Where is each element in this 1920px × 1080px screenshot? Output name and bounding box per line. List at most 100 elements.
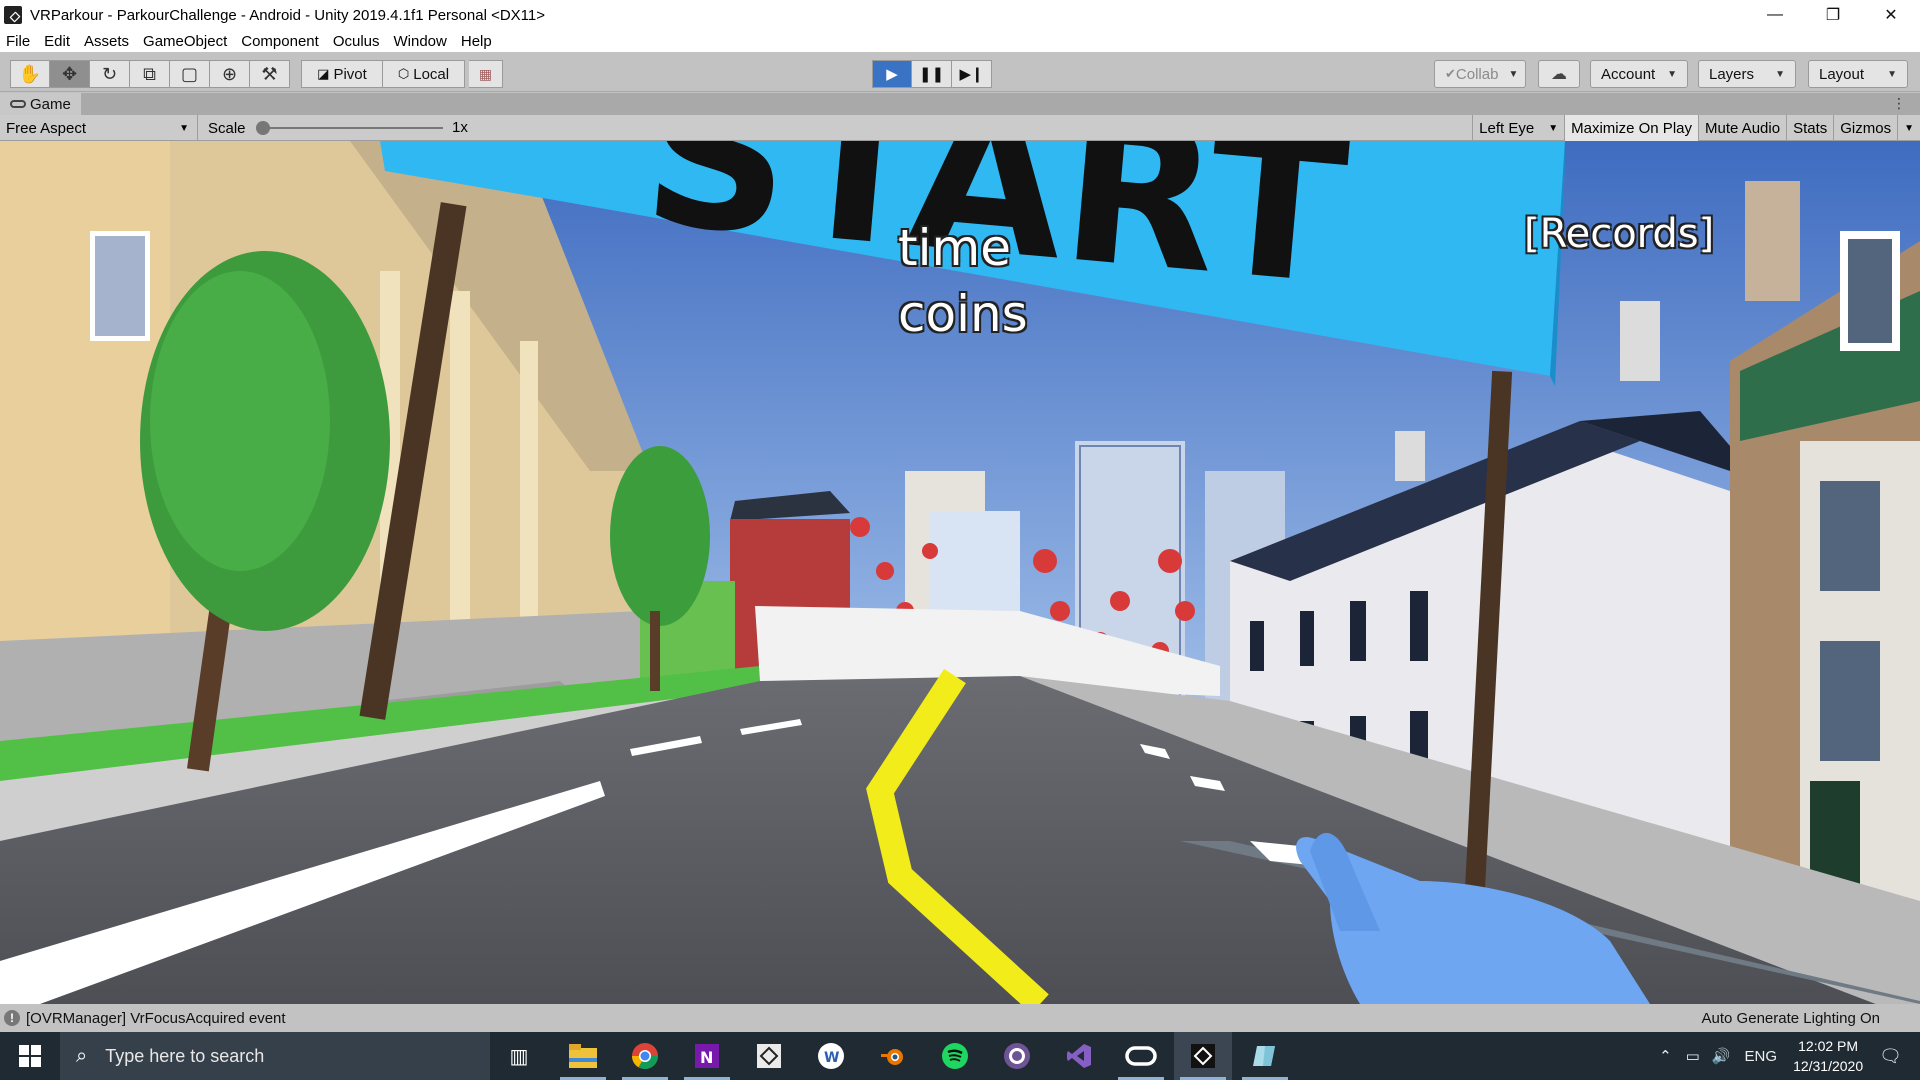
- pivot-button[interactable]: ◪ Pivot: [301, 60, 383, 88]
- gamepad-icon: [10, 100, 26, 108]
- wordpad-icon: W: [818, 1043, 844, 1069]
- menu-oculus[interactable]: Oculus: [333, 33, 380, 50]
- chevron-down-icon: ▼: [179, 122, 189, 134]
- taskbar-spotify[interactable]: [926, 1032, 984, 1080]
- more-options-icon[interactable]: ⋮: [1892, 95, 1906, 112]
- taskbar-onenote[interactable]: N: [678, 1032, 736, 1080]
- oculus-icon: [1125, 1046, 1157, 1066]
- gizmos-toggle[interactable]: Gizmos: [1833, 115, 1897, 141]
- collab-dropdown[interactable]: ✔ Collab ▼: [1434, 60, 1526, 88]
- menu-edit[interactable]: Edit: [44, 33, 70, 50]
- search-icon: ⌕: [76, 1044, 88, 1067]
- window-title: VRParkour - ParkourChallenge - Android -…: [30, 6, 546, 24]
- visual-studio-icon: [1067, 1044, 1091, 1068]
- lighting-status[interactable]: Auto Generate Lighting On: [1702, 1010, 1880, 1027]
- pause-icon: ❚❚: [918, 66, 945, 83]
- taskbar-blender[interactable]: [864, 1032, 922, 1080]
- rect-tool-button[interactable]: ▢: [170, 60, 210, 88]
- menu-component[interactable]: Component: [241, 33, 319, 50]
- clock[interactable]: 12:02 PM 12/31/2020: [1793, 1036, 1863, 1076]
- play-controls: ▶ ❚❚ ▶❙: [872, 60, 992, 88]
- maximize-button[interactable]: ❐: [1804, 0, 1862, 30]
- local-button[interactable]: ⬡ Local: [383, 60, 465, 88]
- eye-dropdown[interactable]: Left Eye ▼: [1472, 115, 1564, 141]
- menu-help[interactable]: Help: [461, 33, 492, 50]
- battery-icon[interactable]: ▭: [1686, 1047, 1700, 1065]
- taskbar-chrome[interactable]: [616, 1032, 674, 1080]
- taskbar-visual-studio[interactable]: [1050, 1032, 1108, 1080]
- pivot-group: ◪ Pivot ⬡ Local ▦: [301, 60, 503, 88]
- taskbar-search[interactable]: ⌕ Type here to search: [60, 1032, 490, 1080]
- pause-button[interactable]: ❚❚: [912, 60, 952, 88]
- layers-dropdown[interactable]: Layers ▼: [1698, 60, 1796, 88]
- move-tool-button[interactable]: ✥: [50, 60, 90, 88]
- minimize-button[interactable]: —: [1746, 0, 1804, 30]
- scale-label: Scale: [208, 119, 246, 137]
- hud-time-label: time: [898, 219, 1011, 277]
- scale-tool-button[interactable]: ⧉: [130, 60, 170, 88]
- windows-logo-icon: [19, 1045, 41, 1067]
- rect-transform-icon: ▢: [180, 63, 198, 84]
- svg-text:W: W: [824, 1050, 839, 1066]
- task-view-button[interactable]: ▥: [490, 1032, 548, 1080]
- taskbar-unity[interactable]: [1174, 1032, 1232, 1080]
- notifications-icon[interactable]: 🗨: [1879, 1046, 1902, 1067]
- play-button[interactable]: ▶: [872, 60, 912, 88]
- account-dropdown[interactable]: Account ▼: [1590, 60, 1688, 88]
- mute-audio-toggle[interactable]: Mute Audio: [1698, 115, 1786, 141]
- taskbar-unity-tool[interactable]: [1236, 1032, 1294, 1080]
- taskbar-oculus[interactable]: [1112, 1032, 1170, 1080]
- menu-window[interactable]: Window: [394, 33, 447, 50]
- hand-tool-button[interactable]: ✋: [10, 60, 50, 88]
- show-hidden-icons-icon[interactable]: ⌃: [1659, 1047, 1672, 1065]
- tab-game[interactable]: Game: [0, 93, 81, 115]
- account-group: Account ▼: [1590, 60, 1688, 88]
- transform-tool-button[interactable]: ⊕: [210, 60, 250, 88]
- custom-tool-button[interactable]: ⚒: [250, 60, 290, 88]
- grid-snap-button[interactable]: ▦: [469, 60, 503, 88]
- menu-assets[interactable]: Assets: [84, 33, 129, 50]
- cloud-group: ☁: [1538, 60, 1580, 88]
- layout-dropdown[interactable]: Layout ▼: [1808, 60, 1908, 88]
- scale-icon: ⧉: [143, 63, 156, 84]
- maximize-icon: ❐: [1825, 7, 1841, 24]
- file-explorer-icon: [569, 1044, 597, 1068]
- taskbar-file-explorer[interactable]: [554, 1032, 612, 1080]
- stats-toggle[interactable]: Stats: [1786, 115, 1833, 141]
- menu-bar: File Edit Assets GameObject Component Oc…: [0, 30, 1920, 52]
- cloud-icon: ☁: [1551, 66, 1567, 83]
- menu-gameobject[interactable]: GameObject: [143, 33, 227, 50]
- title-bar: VRParkour - ParkourChallenge - Android -…: [0, 0, 1920, 30]
- main-toolbar: ✋ ✥ ↻ ⧉ ▢ ⊕ ⚒ ◪ Pivot ⬡ Local ▦ ▶ ❚❚ ▶❙ …: [0, 52, 1920, 92]
- language-indicator[interactable]: ENG: [1745, 1048, 1778, 1065]
- volume-icon[interactable]: 🔊: [1712, 1047, 1731, 1065]
- rotate-icon: ↻: [101, 63, 118, 84]
- rotate-tool-button[interactable]: ↻: [90, 60, 130, 88]
- start-button[interactable]: [0, 1032, 60, 1080]
- chevron-down-icon: ▼: [1904, 122, 1914, 134]
- close-button[interactable]: ✕: [1862, 0, 1920, 30]
- close-icon: ✕: [1884, 7, 1898, 24]
- menu-file[interactable]: File: [6, 33, 30, 50]
- console-message[interactable]: [OVRManager] VrFocusAcquired event: [26, 1010, 286, 1027]
- account-label: Account: [1601, 65, 1656, 83]
- taskbar-unity-hub[interactable]: [740, 1032, 798, 1080]
- maximize-on-play-toggle[interactable]: Maximize On Play: [1564, 115, 1698, 141]
- minimize-icon: —: [1767, 6, 1783, 23]
- gizmos-dropdown[interactable]: ▼: [1897, 115, 1920, 141]
- scale-value: 1x: [452, 119, 468, 136]
- aspect-dropdown[interactable]: Free Aspect ▼: [0, 115, 198, 141]
- chevron-down-icon: ▼: [1667, 68, 1677, 80]
- game-view[interactable]: START time coins [Records]: [0, 141, 1920, 1004]
- step-button[interactable]: ▶❙: [952, 60, 992, 88]
- cloud-button[interactable]: ☁: [1538, 60, 1580, 88]
- taskbar-github[interactable]: [988, 1032, 1046, 1080]
- taskbar-wordpad[interactable]: W: [802, 1032, 860, 1080]
- local-label: Local: [413, 65, 450, 83]
- game-tab-bar: Game ⋮: [0, 93, 1920, 115]
- scale-slider-track[interactable]: [263, 127, 443, 129]
- scale-slider-thumb[interactable]: [256, 121, 270, 135]
- system-tray: ⌃ ▭ 🔊 ENG 12:02 PM 12/31/2020 🗨: [1659, 1032, 1920, 1080]
- game-control-strip: Free Aspect ▼ Scale 1x Left Eye ▼ Maximi…: [0, 115, 1920, 141]
- local-icon: ⬡: [397, 66, 410, 81]
